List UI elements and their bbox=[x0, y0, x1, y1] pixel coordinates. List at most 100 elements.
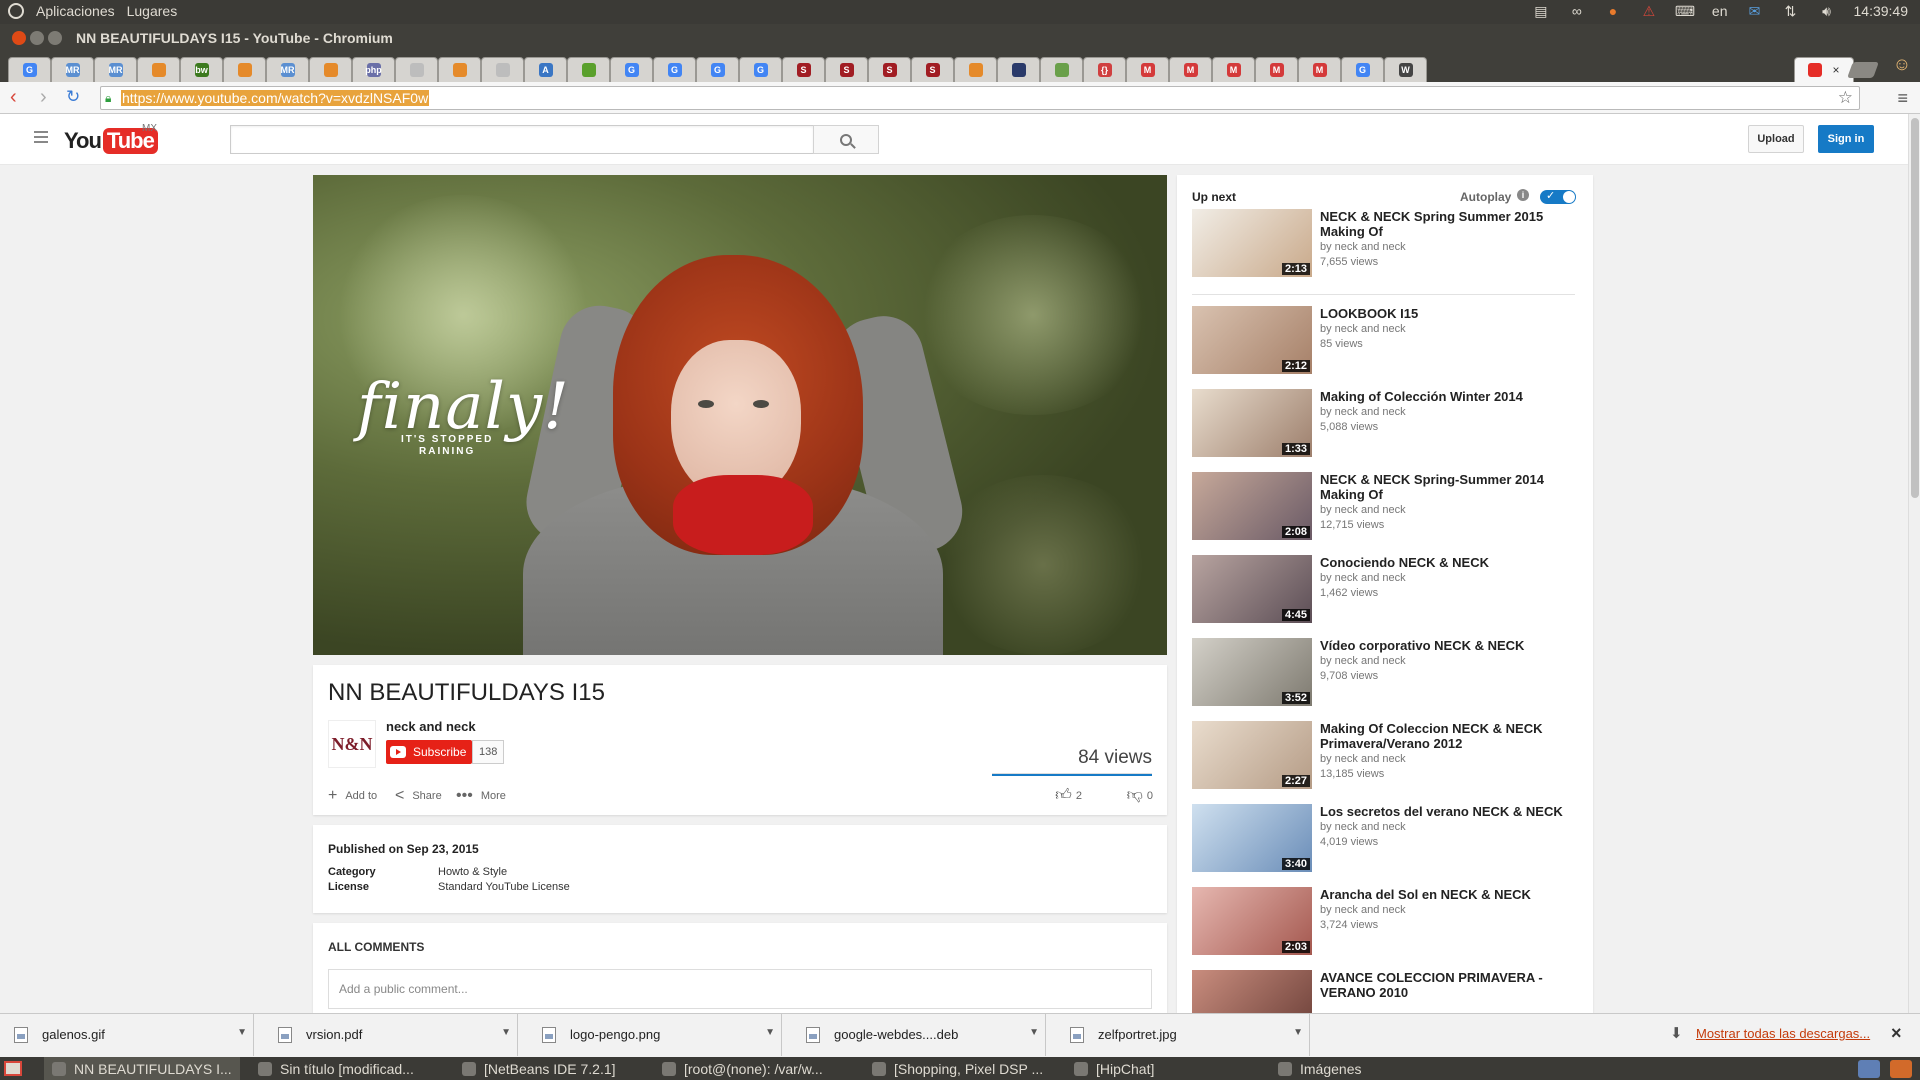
scrollbar-thumb[interactable] bbox=[1911, 118, 1919, 498]
related-video-item[interactable]: 2:13 NECK & NECK Spring Summer 2015 Makin… bbox=[1192, 209, 1587, 279]
window-maximize-button[interactable] bbox=[48, 31, 62, 45]
taskbar-item[interactable]: [HipChat] bbox=[1066, 1057, 1162, 1080]
related-video-item[interactable]: AVANCE COLECCION PRIMAVERA - VERANO 2010 bbox=[1192, 970, 1587, 1013]
browser-tab[interactable] bbox=[997, 57, 1040, 82]
share-button[interactable]: < Share bbox=[395, 787, 442, 805]
browser-tab[interactable]: W bbox=[1384, 57, 1427, 82]
chat-bubble-icon[interactable]: ● bbox=[1604, 2, 1622, 20]
show-all-downloads-link[interactable]: Mostrar todas las descargas... bbox=[1696, 1026, 1870, 1041]
browser-tab[interactable]: M bbox=[1212, 57, 1255, 82]
browser-tab[interactable] bbox=[567, 57, 610, 82]
browser-tab[interactable]: G bbox=[8, 57, 51, 82]
related-video-title[interactable]: Los secretos del verano NECK & NECK bbox=[1320, 804, 1582, 819]
profile-icon[interactable]: ☺ bbox=[1890, 54, 1914, 80]
browser-tab[interactable]: G bbox=[739, 57, 782, 82]
video-thumbnail[interactable] bbox=[1192, 970, 1312, 1013]
related-video-title[interactable]: AVANCE COLECCION PRIMAVERA - VERANO 2010 bbox=[1320, 970, 1582, 1000]
volume-icon[interactable]: 🔊︎ bbox=[1818, 2, 1836, 20]
related-video-title[interactable]: Making Of Coleccion NECK & NECK Primaver… bbox=[1320, 721, 1582, 751]
sign-in-button[interactable]: Sign in bbox=[1818, 125, 1874, 153]
browser-tab[interactable] bbox=[309, 57, 352, 82]
video-thumbnail[interactable]: 2:13 bbox=[1192, 209, 1312, 277]
browser-tab[interactable]: M bbox=[1298, 57, 1341, 82]
browser-tab[interactable]: S bbox=[825, 57, 868, 82]
channel-avatar[interactable]: N&N bbox=[328, 720, 376, 768]
browser-tab[interactable]: MR bbox=[51, 57, 94, 82]
search-button[interactable] bbox=[813, 125, 879, 154]
taskbar-item[interactable]: [root@(none): /var/w... bbox=[654, 1057, 831, 1080]
video-thumbnail[interactable]: 3:52 bbox=[1192, 638, 1312, 706]
browser-tab[interactable]: A bbox=[524, 57, 567, 82]
related-video-title[interactable]: Vídeo corporativo NECK & NECK bbox=[1320, 638, 1582, 653]
guide-menu-icon[interactable] bbox=[34, 131, 48, 143]
related-video-item[interactable]: 4:45 Conociendo NECK & NECK by neck and ne… bbox=[1192, 555, 1587, 625]
chevron-down-icon[interactable]: ▼ bbox=[765, 1027, 775, 1038]
address-bar[interactable]: 🔒︎ https://www.youtube.com/watch?v=xvdzl… bbox=[100, 86, 1860, 110]
browser-tab[interactable] bbox=[438, 57, 481, 82]
reload-button[interactable]: ↻ bbox=[66, 87, 80, 107]
video-thumbnail[interactable]: 4:45 bbox=[1192, 555, 1312, 623]
chromium-task-icon[interactable] bbox=[1858, 1059, 1880, 1078]
browser-tab[interactable] bbox=[481, 57, 524, 82]
browser-tab[interactable]: MR bbox=[266, 57, 309, 82]
related-video-item[interactable]: 3:40 Los secretos del verano NECK & NECK b… bbox=[1192, 804, 1587, 874]
youtube-logo[interactable]: You Tube MX bbox=[64, 123, 158, 155]
video-player[interactable]: finaly! IT'S STOPPED RAINING bbox=[313, 175, 1167, 655]
search-input[interactable] bbox=[230, 125, 814, 154]
browser-tab[interactable]: G bbox=[610, 57, 653, 82]
related-video-item[interactable]: 2:03 Arancha del Sol en NECK & NECK by nec… bbox=[1192, 887, 1587, 957]
comment-input[interactable]: Add a public comment... bbox=[328, 969, 1152, 1009]
autoplay-toggle[interactable]: ✓ bbox=[1540, 190, 1576, 204]
page-scrollbar[interactable] bbox=[1908, 114, 1920, 1013]
browser-menu-icon[interactable]: ≡ bbox=[1897, 88, 1908, 109]
video-thumbnail[interactable]: 2:27 bbox=[1192, 721, 1312, 789]
related-video-item[interactable]: 2:12 LOOKBOOK I15 by neck and neck 85 views bbox=[1192, 306, 1587, 376]
related-video-title[interactable]: Conociendo NECK & NECK bbox=[1320, 555, 1582, 570]
browser-tab[interactable]: S bbox=[782, 57, 825, 82]
keyboard-icon[interactable]: ⌨ bbox=[1675, 2, 1695, 20]
mail-icon[interactable]: ✉ bbox=[1746, 2, 1764, 20]
related-video-item[interactable]: 1:33 Making of Colección Winter 2014 by ne… bbox=[1192, 389, 1587, 459]
taskbar-item[interactable]: [NetBeans IDE 7.2.1] bbox=[454, 1057, 624, 1080]
network-icon[interactable]: ⇅ bbox=[1782, 2, 1800, 20]
infinity-icon[interactable]: ∞ bbox=[1568, 2, 1586, 20]
places-menu[interactable]: Lugares bbox=[127, 3, 178, 19]
related-video-title[interactable]: Making of Colección Winter 2014 bbox=[1320, 389, 1582, 404]
language-indicator[interactable]: en bbox=[1712, 3, 1728, 19]
browser-tab[interactable]: G bbox=[653, 57, 696, 82]
window-minimize-button[interactable] bbox=[30, 31, 44, 45]
taskbar-item[interactable]: Sin título [modificad... bbox=[250, 1057, 422, 1080]
related-video-title[interactable]: NECK & NECK Spring Summer 2015 Making Of bbox=[1320, 209, 1582, 239]
chevron-down-icon[interactable]: ▼ bbox=[501, 1027, 511, 1038]
related-video-title[interactable]: LOOKBOOK I15 bbox=[1320, 306, 1582, 321]
taskbar-item[interactable]: Imágenes bbox=[1270, 1057, 1369, 1080]
browser-tab[interactable]: bw bbox=[180, 57, 223, 82]
download-item[interactable]: zelfportret.jpg ▼ bbox=[1058, 1014, 1310, 1056]
subscribe-button[interactable]: Subscribe bbox=[386, 740, 473, 764]
browser-tab[interactable]: MR bbox=[94, 57, 137, 82]
browser-tab[interactable] bbox=[954, 57, 997, 82]
forward-button[interactable]: › bbox=[40, 87, 47, 107]
download-item[interactable]: vrsion.pdf ▼ bbox=[266, 1014, 518, 1056]
ubuntu-logo-icon[interactable] bbox=[8, 3, 24, 19]
browser-tab[interactable]: G bbox=[696, 57, 739, 82]
download-item[interactable]: google-webdes....deb ▼ bbox=[794, 1014, 1046, 1056]
category-value[interactable]: Howto & Style bbox=[438, 866, 507, 878]
firefox-task-icon[interactable] bbox=[1890, 1059, 1912, 1078]
video-thumbnail[interactable]: 3:40 bbox=[1192, 804, 1312, 872]
related-video-item[interactable]: 2:08 NECK & NECK Spring-Summer 2014 Makin… bbox=[1192, 472, 1587, 542]
browser-tab[interactable]: S bbox=[868, 57, 911, 82]
dislike-button[interactable]: 👎︎ 0 bbox=[1127, 786, 1153, 805]
like-button[interactable]: 👍︎ 2 bbox=[1055, 786, 1082, 805]
download-item[interactable]: galenos.gif ▼ bbox=[2, 1014, 254, 1056]
add-to-button[interactable]: + Add to bbox=[328, 787, 377, 805]
chevron-down-icon[interactable]: ▼ bbox=[237, 1027, 247, 1038]
bookmark-star-icon[interactable]: ☆ bbox=[1838, 88, 1853, 108]
info-icon[interactable]: i bbox=[1517, 189, 1529, 201]
window-close-button[interactable] bbox=[12, 31, 26, 45]
video-thumbnail[interactable]: 2:08 bbox=[1192, 472, 1312, 540]
url-text[interactable]: https://www.youtube.com/watch?v=xvdzlNSA… bbox=[121, 90, 430, 106]
close-tab-icon[interactable]: × bbox=[1832, 63, 1839, 77]
notes-icon[interactable]: ▤ bbox=[1532, 2, 1550, 20]
taskbar-item[interactable]: NN BEAUTIFULDAYS I... bbox=[44, 1057, 240, 1080]
